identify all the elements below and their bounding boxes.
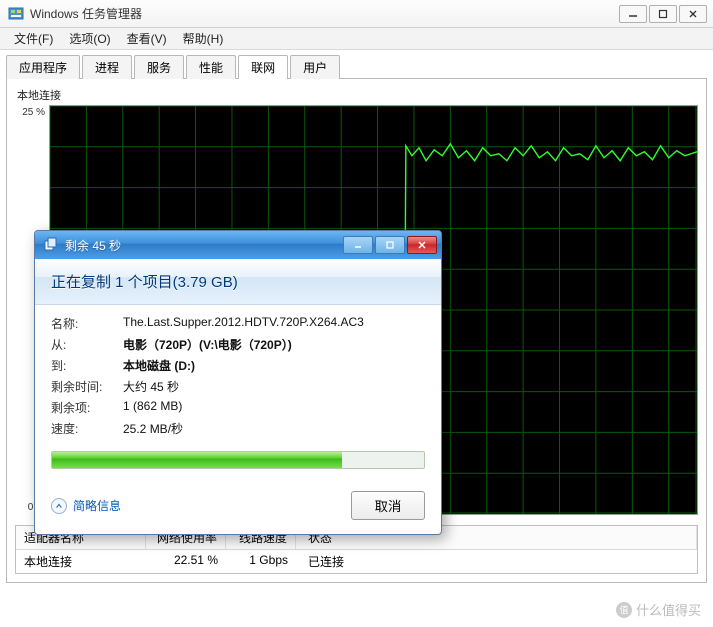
dialog-titlebar[interactable]: 剩余 45 秒 <box>35 231 441 259</box>
cell-state: 已连接 <box>296 550 697 573</box>
main-close-button[interactable] <box>679 5 707 23</box>
dialog-header: 正在复制 1 个项目(3.79 GB) <box>35 259 441 305</box>
watermark-icon: 值 <box>616 602 632 618</box>
brief-info-toggle[interactable]: 简略信息 <box>51 497 121 514</box>
tab-applications[interactable]: 应用程序 <box>6 55 80 79</box>
menu-file[interactable]: 文件(F) <box>6 28 61 49</box>
tab-users[interactable]: 用户 <box>290 55 340 79</box>
tab-processes[interactable]: 进程 <box>82 55 132 79</box>
cell-network-util: 22.51 % <box>146 550 226 573</box>
chevron-up-icon <box>51 498 67 514</box>
menu-options[interactable]: 选项(O) <box>61 28 118 49</box>
tab-networking[interactable]: 联网 <box>238 55 288 79</box>
tab-services[interactable]: 服务 <box>134 55 184 79</box>
menubar: 文件(F) 选项(O) 查看(V) 帮助(H) <box>0 28 713 50</box>
menu-help[interactable]: 帮助(H) <box>175 28 232 49</box>
field-remaining-items-label: 剩余项: <box>51 399 123 416</box>
app-icon <box>8 6 24 22</box>
graph-connection-label: 本地连接 <box>15 87 698 103</box>
menu-view[interactable]: 查看(V) <box>119 28 175 49</box>
field-from-value: 电影（720P）(V:\电影（720P）) <box>123 336 425 353</box>
dialog-close-button[interactable] <box>407 236 437 254</box>
main-maximize-button[interactable] <box>649 5 677 23</box>
table-row[interactable]: 本地连接 22.51 % 1 Gbps 已连接 <box>16 550 697 573</box>
watermark: 值 什么值得买 <box>616 600 701 619</box>
graph-y-max: 25 % <box>22 107 45 118</box>
field-to-label: 到: <box>51 357 123 374</box>
tabstrip: 应用程序 进程 服务 性能 联网 用户 <box>6 56 707 78</box>
cancel-button[interactable]: 取消 <box>351 491 425 520</box>
field-name-label: 名称: <box>51 315 123 332</box>
dialog-fields: 名称: The.Last.Supper.2012.HDTV.720P.X264.… <box>51 315 425 437</box>
field-to-value: 本地磁盘 (D:) <box>123 357 425 374</box>
main-window-title: Windows 任务管理器 <box>30 5 617 22</box>
cell-adapter-name: 本地连接 <box>16 550 146 573</box>
dialog-title: 剩余 45 秒 <box>65 237 341 254</box>
watermark-text: 什么值得买 <box>636 600 701 619</box>
cell-link-speed: 1 Gbps <box>226 550 296 573</box>
dialog-minimize-button[interactable] <box>343 236 373 254</box>
copy-icon <box>43 237 59 253</box>
field-remaining-items-value: 1 (862 MB) <box>123 399 425 416</box>
field-name-value: The.Last.Supper.2012.HDTV.720P.X264.AC3 <box>123 315 425 332</box>
field-from-label: 从: <box>51 336 123 353</box>
copy-dialog: 剩余 45 秒 正在复制 1 个项目(3.79 GB) 名称: The.Last… <box>34 230 442 535</box>
field-speed-label: 速度: <box>51 420 123 437</box>
field-speed-value: 25.2 MB/秒 <box>123 420 425 437</box>
tab-performance[interactable]: 性能 <box>186 55 236 79</box>
brief-info-label: 简略信息 <box>73 497 121 514</box>
progress-bar-fill <box>52 452 342 468</box>
main-window-titlebar: Windows 任务管理器 <box>0 0 713 28</box>
field-remaining-time-label: 剩余时间: <box>51 378 123 395</box>
field-remaining-time-value: 大约 45 秒 <box>123 378 425 395</box>
dialog-maximize-button[interactable] <box>375 236 405 254</box>
main-minimize-button[interactable] <box>619 5 647 23</box>
progress-bar <box>51 451 425 469</box>
